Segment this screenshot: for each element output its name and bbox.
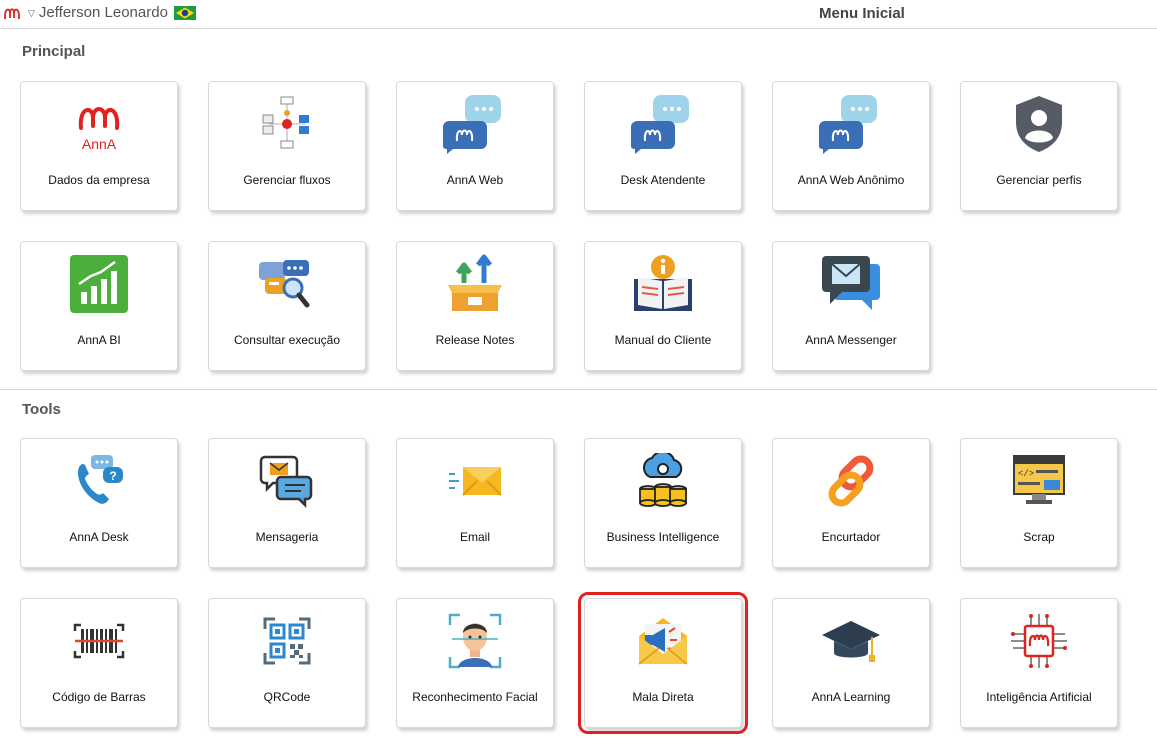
user-name[interactable]: Jefferson Leonardo xyxy=(39,4,168,21)
tile-label: Código de Barras xyxy=(52,690,146,704)
tile-label: AnnA Messenger xyxy=(805,333,897,347)
anna-logo-icon: AnnA xyxy=(67,92,131,156)
chevron-down-icon[interactable]: ▽ xyxy=(28,8,35,19)
shield-user-icon xyxy=(1007,92,1071,156)
manual-book-icon xyxy=(631,252,695,316)
tile-consultar-execucao[interactable]: Consultar execução xyxy=(208,241,366,371)
svg-text:</>: </> xyxy=(1018,469,1034,479)
phone-chat-icon: ? xyxy=(67,449,131,513)
anna-logo-icon[interactable] xyxy=(2,2,22,26)
box-arrows-icon xyxy=(443,252,507,316)
chain-link-icon xyxy=(819,449,883,513)
tile-gerenciar-perfis[interactable]: Gerenciar perfis xyxy=(960,81,1118,211)
tile-label: Manual do Cliente xyxy=(614,333,712,347)
megaphone-envelope-icon xyxy=(631,609,695,673)
tile-codigo-de-barras[interactable]: Código de Barras xyxy=(20,598,178,728)
tile-label: Inteligência Artificial xyxy=(986,690,1092,704)
tile-mala-direta[interactable]: Mala Direta xyxy=(578,592,748,734)
tile-mensageria[interactable]: Mensageria xyxy=(208,438,366,568)
bar-chart-icon xyxy=(67,252,131,316)
tile-label: AnnA Web Anônimo xyxy=(797,173,905,187)
flow-diagram-icon xyxy=(255,92,319,156)
tile-anna-desk[interactable]: ? AnnA Desk xyxy=(20,438,178,568)
tile-label: Scrap xyxy=(1023,530,1055,544)
tile-label: Business Intelligence xyxy=(606,530,720,544)
chat-bubble-anna-icon xyxy=(819,92,883,156)
svg-text:AnnA: AnnA xyxy=(82,136,117,152)
tile-dados-da-empresa[interactable]: AnnA Dados da empresa xyxy=(20,81,178,211)
messenger-icon xyxy=(819,252,883,316)
tile-scrap[interactable]: </> Scrap xyxy=(960,438,1118,568)
tile-inteligencia-artificial[interactable]: Inteligência Artificial xyxy=(960,598,1118,728)
email-envelope-icon xyxy=(443,449,507,513)
cloud-database-icon xyxy=(631,449,695,513)
tile-encurtador[interactable]: Encurtador xyxy=(772,438,930,568)
code-screen-icon: </> xyxy=(1007,449,1071,513)
svg-text:?: ? xyxy=(109,469,116,483)
qrcode-icon xyxy=(255,609,319,673)
tile-label: Gerenciar perfis xyxy=(996,173,1082,187)
tile-anna-bi[interactable]: AnnA BI xyxy=(20,241,178,371)
tile-label: AnnA Learning xyxy=(811,690,891,704)
tile-anna-web[interactable]: AnnA Web xyxy=(396,81,554,211)
graduation-cap-icon xyxy=(819,609,883,673)
message-envelope-icon xyxy=(255,449,319,513)
tile-reconhecimento-facial[interactable]: Reconhecimento Facial xyxy=(396,598,554,728)
tile-anna-web-anonimo[interactable]: AnnA Web Anônimo xyxy=(772,81,930,211)
section-title-tools: Tools xyxy=(22,401,61,418)
tile-email[interactable]: Email xyxy=(396,438,554,568)
tile-label: AnnA BI xyxy=(77,333,121,347)
tile-label: QRCode xyxy=(263,690,311,704)
ai-chip-icon xyxy=(1007,609,1071,673)
tile-label: Gerenciar fluxos xyxy=(243,173,331,187)
brazil-flag-icon xyxy=(173,5,196,20)
tile-label: Encurtador xyxy=(821,530,881,544)
tile-anna-messenger[interactable]: AnnA Messenger xyxy=(772,241,930,371)
tile-qrcode[interactable]: QRCode xyxy=(208,598,366,728)
section-title-principal: Principal xyxy=(22,43,86,60)
tile-desk-atendente[interactable]: Desk Atendente xyxy=(584,81,742,211)
tile-gerenciar-fluxos[interactable]: Gerenciar fluxos xyxy=(208,81,366,211)
tile-label: Email xyxy=(459,530,490,544)
tile-manual-do-cliente[interactable]: Manual do Cliente xyxy=(584,241,742,371)
user-menu[interactable]: ▽ Jefferson Leonardo xyxy=(28,4,196,21)
barcode-icon xyxy=(67,609,131,673)
tile-label: Mala Direta xyxy=(632,690,694,704)
tile-label: Consultar execução xyxy=(233,333,341,347)
tile-release-notes[interactable]: Release Notes xyxy=(396,241,554,371)
tile-label: Mensageria xyxy=(255,530,319,544)
chat-search-icon xyxy=(255,252,319,316)
tile-anna-learning[interactable]: AnnA Learning xyxy=(772,598,930,728)
tile-label: Reconhecimento Facial xyxy=(412,690,538,704)
chat-bubble-anna-icon xyxy=(631,92,695,156)
tile-label: AnnA Desk xyxy=(69,530,129,544)
tile-label: AnnA Web xyxy=(446,173,504,187)
tile-label: Release Notes xyxy=(435,333,515,347)
tile-business-intelligence[interactable]: Business Intelligence xyxy=(584,438,742,568)
face-scan-icon xyxy=(443,609,507,673)
tile-label: Desk Atendente xyxy=(620,173,706,187)
top-bar: ▽ Jefferson Leonardo Menu Inicial xyxy=(0,0,1157,29)
tile-label: Dados da empresa xyxy=(48,173,150,187)
chat-bubble-anna-icon xyxy=(443,92,507,156)
section-divider xyxy=(0,389,1157,390)
page-title: Menu Inicial xyxy=(819,5,905,22)
